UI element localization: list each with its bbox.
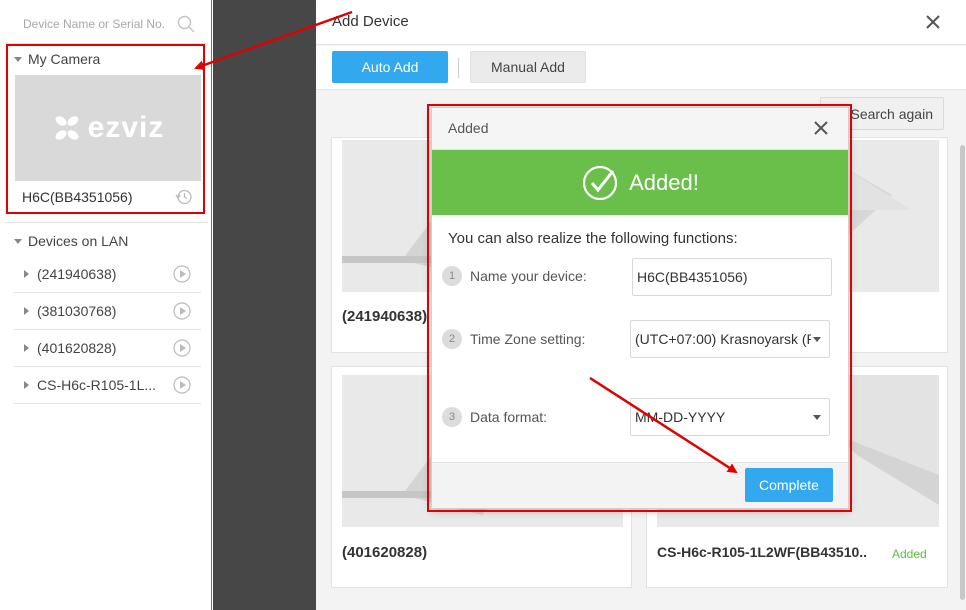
caret-right-icon xyxy=(24,344,29,352)
chevron-down-icon xyxy=(813,415,821,420)
ezviz-logo-text: ezviz xyxy=(87,111,165,144)
step-label: Time Zone setting: xyxy=(470,331,586,347)
success-banner: Added! xyxy=(432,150,848,215)
check-circle-icon xyxy=(583,165,618,200)
lan-device-item[interactable]: (401620828) xyxy=(14,330,201,367)
camera-name: H6C(BB4351056) xyxy=(22,189,133,205)
auto-add-tab[interactable]: Auto Add xyxy=(332,51,448,83)
caret-down-icon xyxy=(14,238,22,244)
device-label: CS-H6c-R105-1L2WF(BB43510.. xyxy=(657,544,868,560)
lan-title: Devices on LAN xyxy=(28,233,129,249)
background-panel xyxy=(213,0,316,610)
play-icon[interactable] xyxy=(173,302,191,320)
divider xyxy=(5,222,208,223)
my-camera-group[interactable]: My Camera xyxy=(14,51,100,67)
lan-group[interactable]: Devices on LAN xyxy=(14,233,128,249)
ezviz-logo: ezviz xyxy=(52,111,165,145)
caret-right-icon xyxy=(24,270,29,278)
step-number: 2 xyxy=(442,329,462,349)
lan-device-label: (381030768) xyxy=(37,303,117,319)
caret-right-icon xyxy=(24,381,29,389)
lan-device-item[interactable]: (381030768) xyxy=(14,293,201,330)
device-label: (241940638) xyxy=(342,308,428,325)
device-sidebar: My Camera ezviz H6C(BB4351056) Devices o… xyxy=(0,0,212,610)
add-mode-tabs: Auto Add Manual Add xyxy=(316,46,966,90)
step-date-format: 3 Data format: xyxy=(442,407,547,427)
added-status: Added xyxy=(892,547,927,561)
step-name-device: 1 Name your device: xyxy=(442,266,587,286)
my-camera-title: My Camera xyxy=(28,51,101,67)
step-number: 3 xyxy=(442,407,462,427)
history-icon[interactable] xyxy=(175,188,193,206)
divider xyxy=(458,58,459,78)
window-titlebar: Add Device xyxy=(316,0,966,45)
device-search xyxy=(5,4,208,44)
chevron-down-icon xyxy=(813,337,821,342)
lan-device-item[interactable]: (241940638) xyxy=(14,256,201,293)
camera-thumbnail[interactable]: ezviz xyxy=(15,75,201,181)
ezviz-logo-icon xyxy=(55,116,79,140)
close-icon[interactable] xyxy=(923,12,943,32)
caret-down-icon xyxy=(14,56,22,62)
lan-device-label: (241940638) xyxy=(37,266,117,282)
dialog-subtitle: You can also realize the following funct… xyxy=(448,230,738,247)
step-number: 1 xyxy=(442,266,462,286)
search-icon[interactable] xyxy=(177,15,195,33)
banner-text: Added! xyxy=(629,169,699,195)
caret-right-icon xyxy=(24,307,29,315)
lan-device-label: (401620828) xyxy=(37,340,117,356)
search-input[interactable] xyxy=(5,4,175,44)
device-label: (401620828) xyxy=(342,544,428,561)
step-time-zone: 2 Time Zone setting: xyxy=(442,329,585,349)
date-format-select[interactable]: MM-DD-YYYY xyxy=(630,398,830,436)
lan-device-label: CS-H6c-R105-1L... xyxy=(37,377,157,393)
play-icon[interactable] xyxy=(173,376,191,394)
time-zone-value: (UTC+07:00) Krasnoyarsk (RT xyxy=(635,331,811,347)
step-label: Name your device: xyxy=(470,268,587,284)
play-icon[interactable] xyxy=(173,265,191,283)
time-zone-select[interactable]: (UTC+07:00) Krasnoyarsk (RT xyxy=(630,320,830,358)
date-format-value: MM-DD-YYYY xyxy=(635,409,726,425)
manual-add-tab[interactable]: Manual Add xyxy=(470,51,586,83)
complete-button[interactable]: Complete xyxy=(745,468,833,502)
window-title: Add Device xyxy=(332,13,409,30)
device-name-field[interactable] xyxy=(632,258,832,296)
added-dialog: Added Added! You can also realize the fo… xyxy=(431,107,849,509)
step-label: Data format: xyxy=(470,409,548,425)
dialog-header: Added xyxy=(432,108,848,150)
scrollbar[interactable] xyxy=(960,145,965,600)
dialog-title: Added xyxy=(448,120,489,136)
play-icon[interactable] xyxy=(173,339,191,357)
close-icon[interactable] xyxy=(812,119,830,137)
lan-device-item[interactable]: CS-H6c-R105-1L... xyxy=(14,367,201,404)
device-name-input[interactable] xyxy=(637,269,831,285)
dialog-footer: Complete xyxy=(432,462,848,508)
